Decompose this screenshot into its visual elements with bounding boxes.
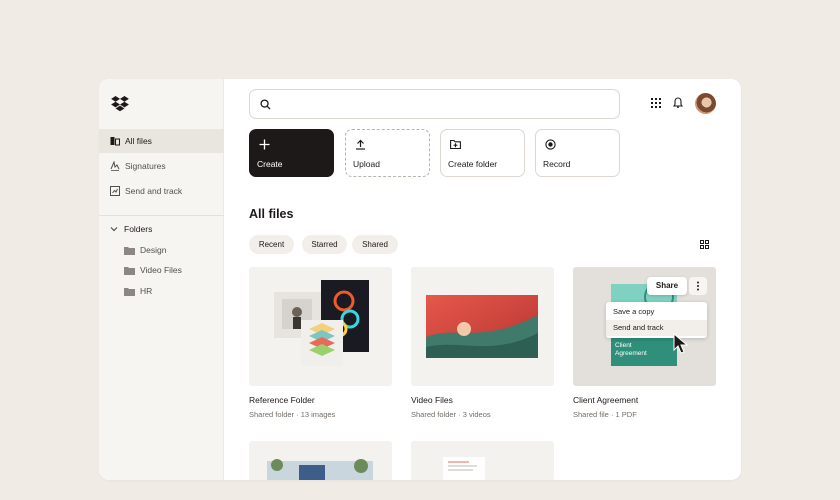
sidebar-item-send-and-track[interactable]: Send and track: [99, 179, 224, 203]
file-name[interactable]: Client Agreement: [573, 395, 638, 405]
file-card-partial[interactable]: [411, 441, 554, 480]
page-title: All files: [249, 207, 294, 221]
sidebar: All files Signatures Send and track Fold…: [99, 79, 224, 480]
folder-item-design[interactable]: Design: [124, 245, 166, 255]
menu-item-save-copy[interactable]: Save a copy: [606, 304, 707, 320]
upload-button[interactable]: Upload: [345, 129, 430, 177]
file-name[interactable]: Video Files: [411, 395, 453, 405]
file-card-client-agreement[interactable]: Share Save a copy Send and track Client …: [573, 267, 716, 386]
file-card-reference-folder[interactable]: [249, 267, 392, 386]
folder-icon: [124, 246, 135, 255]
file-name[interactable]: Reference Folder: [249, 395, 315, 405]
sidebar-item-signatures[interactable]: Signatures: [99, 154, 224, 178]
record-button[interactable]: Record: [535, 129, 620, 177]
file-card-partial[interactable]: [249, 441, 392, 480]
document-title: Client Agreement: [615, 342, 647, 357]
folder-item-label: Video Files: [140, 265, 182, 275]
sidebar-item-label: Signatures: [125, 161, 166, 171]
filter-chip-recent[interactable]: Recent: [249, 235, 294, 254]
building-thumbnail: [267, 459, 373, 480]
apps-grid-icon[interactable]: [650, 97, 662, 109]
folders-toggle[interactable]: Folders: [110, 224, 152, 234]
sidebar-item-all-files[interactable]: All files: [99, 129, 224, 153]
file-card-video-files[interactable]: [411, 267, 554, 386]
filter-chip-shared[interactable]: Shared: [352, 235, 398, 254]
action-label: Record: [543, 159, 571, 169]
sidebar-item-label: Send and track: [125, 186, 183, 196]
grid-view-icon[interactable]: [700, 240, 709, 249]
more-options-button[interactable]: [689, 277, 707, 295]
folder-add-icon: [450, 139, 461, 150]
sidebar-divider: [99, 215, 224, 216]
menu-item-send-and-track[interactable]: Send and track: [606, 320, 707, 336]
more-vertical-icon: [697, 281, 699, 291]
dropbox-logo-icon[interactable]: [111, 96, 129, 112]
create-folder-button[interactable]: Create folder: [440, 129, 525, 177]
files-icon: [110, 136, 120, 146]
mouse-cursor-icon: [673, 333, 689, 354]
chevron-down-icon: [110, 227, 118, 232]
folder-icon: [124, 287, 135, 296]
folder-item-video-files[interactable]: Video Files: [124, 265, 182, 275]
file-meta: Shared file · 1 PDF: [573, 410, 637, 419]
folders-label: Folders: [124, 224, 153, 234]
video-files-thumbnail: [426, 295, 538, 358]
search-bar[interactable]: [249, 89, 620, 119]
bell-icon[interactable]: [672, 97, 684, 109]
file-meta: Shared folder · 13 images: [249, 410, 336, 419]
folder-item-label: Design: [140, 245, 167, 255]
context-menu: Save a copy Send and track: [606, 302, 707, 338]
search-icon: [260, 99, 271, 110]
signature-icon: [110, 161, 120, 171]
filter-chip-starred[interactable]: Starred: [302, 235, 347, 254]
action-label: Create folder: [448, 159, 498, 169]
document-thumbnail: [443, 457, 485, 480]
plus-icon: [259, 139, 270, 150]
folder-icon: [124, 266, 135, 275]
folder-item-label: HR: [140, 286, 153, 296]
avatar[interactable]: [695, 93, 716, 114]
reference-folder-thumbnail: [274, 280, 369, 366]
sidebar-item-label: All files: [125, 136, 152, 146]
app-window: All files Signatures Send and track Fold…: [99, 79, 741, 480]
search-input[interactable]: [278, 95, 608, 113]
create-button[interactable]: Create: [249, 129, 334, 177]
upload-icon: [356, 139, 365, 150]
record-icon: [545, 139, 556, 150]
share-button[interactable]: Share: [647, 277, 687, 295]
folder-item-hr[interactable]: HR: [124, 286, 152, 296]
action-label: Upload: [353, 159, 380, 169]
file-meta: Shared folder · 3 videos: [411, 410, 491, 419]
action-label: Create: [257, 159, 283, 169]
send-track-icon: [110, 186, 120, 196]
